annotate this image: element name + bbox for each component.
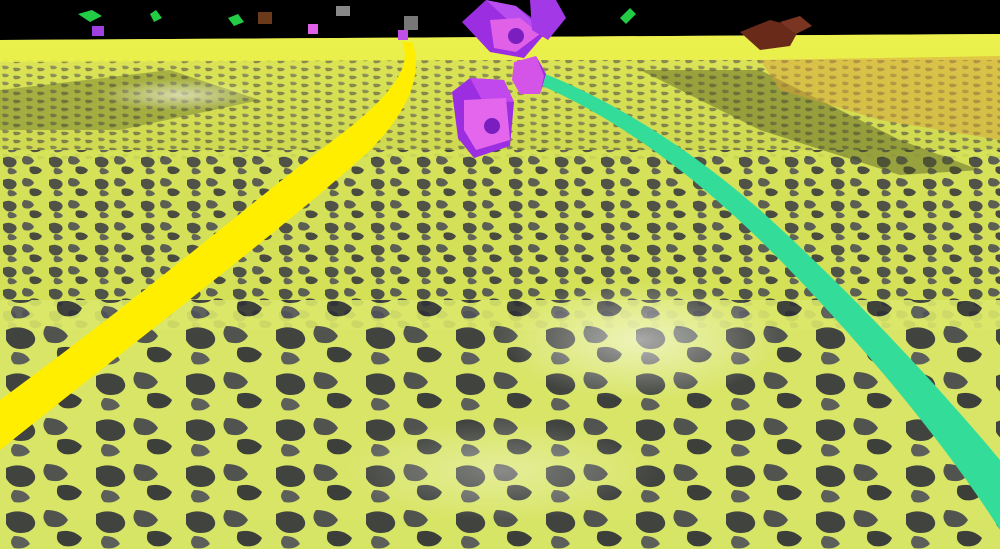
world-canvas bbox=[0, 0, 1000, 549]
game-viewport[interactable] bbox=[0, 0, 1000, 549]
